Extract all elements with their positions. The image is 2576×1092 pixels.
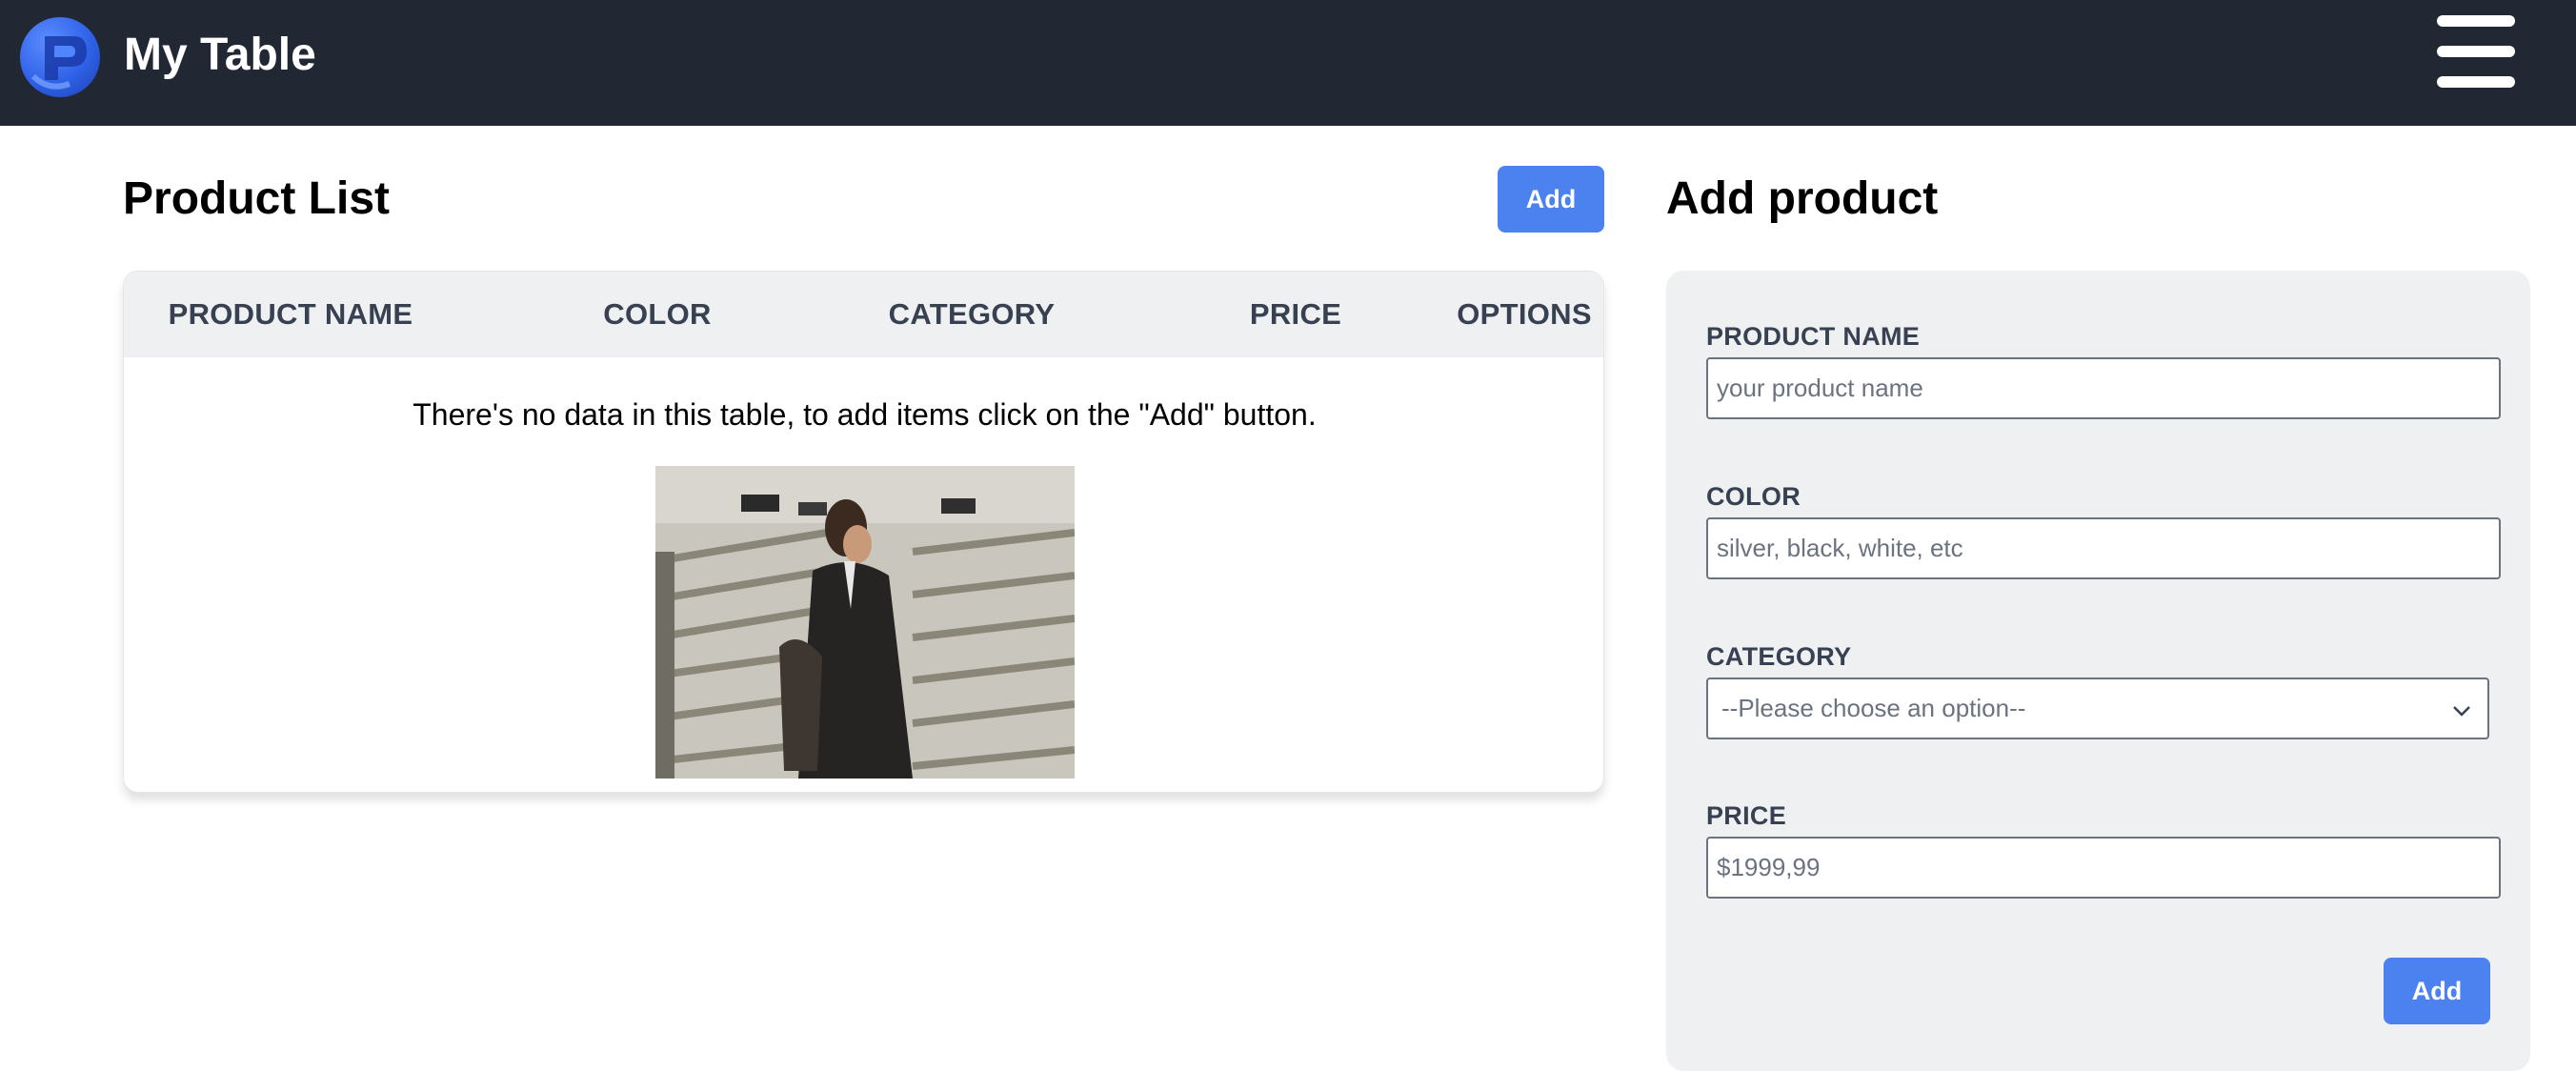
category-select[interactable]: --Please choose an option--: [1706, 677, 2489, 739]
hamburger-menu-icon[interactable]: [2437, 15, 2515, 91]
empty-table-message: There's no data in this table, to add it…: [413, 397, 1317, 432]
table-header: PRODUCT NAME COLOR CATEGORY PRICE OPTION…: [124, 272, 1603, 357]
add-product-title: Add product: [1666, 173, 1939, 224]
add-product-form: PRODUCT NAME your product name COLOR sil…: [1666, 271, 2530, 1071]
column-header-category: CATEGORY: [888, 297, 1056, 331]
chevron-down-icon: [2453, 706, 2470, 717]
empty-state-gif: [655, 466, 1075, 779]
column-header-color: COLOR: [603, 297, 712, 331]
color-label: COLOR: [1706, 482, 1801, 511]
logo-icon[interactable]: [20, 17, 100, 97]
column-header-product-name: PRODUCT NAME: [168, 297, 413, 331]
column-header-price: PRICE: [1249, 297, 1342, 331]
category-label: CATEGORY: [1706, 642, 1852, 671]
brand-title: My Table: [124, 30, 316, 80]
column-header-options: OPTIONS: [1457, 297, 1592, 331]
product-name-label: PRODUCT NAME: [1706, 322, 1921, 351]
color-input[interactable]: silver, black, white, etc: [1706, 517, 2501, 579]
top-navbar: My Table: [0, 0, 2576, 126]
price-input[interactable]: $1999,99: [1706, 837, 2501, 899]
add-button[interactable]: Add: [1498, 166, 1604, 233]
category-selected-value: --Please choose an option--: [1721, 694, 2026, 722]
submit-add-button[interactable]: Add: [2384, 958, 2490, 1024]
product-name-input[interactable]: your product name: [1706, 357, 2501, 419]
product-list-title: Product List: [123, 173, 391, 224]
product-table: PRODUCT NAME COLOR CATEGORY PRICE OPTION…: [123, 271, 1604, 793]
price-label: PRICE: [1706, 801, 1787, 830]
